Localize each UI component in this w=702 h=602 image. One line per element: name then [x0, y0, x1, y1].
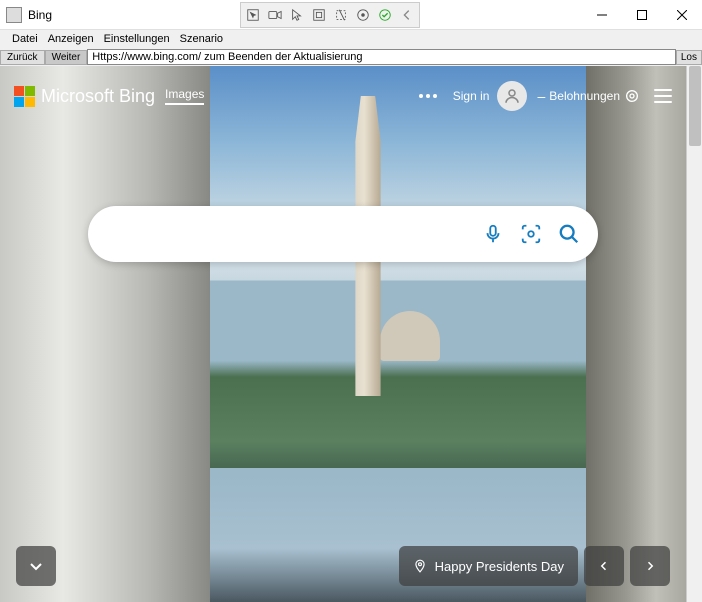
chevron-down-icon: [28, 558, 44, 574]
caption-text: Happy Presidents Day: [435, 559, 564, 574]
minimize-button[interactable]: [582, 0, 622, 30]
next-image-button[interactable]: [630, 546, 670, 586]
scrollbar-thumb[interactable]: [689, 66, 701, 146]
close-button[interactable]: [662, 0, 702, 30]
more-menu-icon[interactable]: [419, 94, 437, 98]
location-icon: [413, 559, 427, 573]
debug-toolbar: [240, 2, 420, 28]
url-input[interactable]: [87, 49, 676, 65]
tool-box-icon[interactable]: [309, 5, 329, 25]
browser-navbar: Zurück Weiter Los: [0, 48, 702, 66]
menu-anzeigen[interactable]: Anzeigen: [44, 32, 98, 46]
maximize-button[interactable]: [622, 0, 662, 30]
hamburger-menu-icon[interactable]: [654, 89, 672, 103]
background-pillar-right: [586, 66, 686, 602]
rewards-icon: [624, 88, 640, 104]
person-icon: [503, 87, 521, 105]
tool-pointer-icon[interactable]: [287, 5, 307, 25]
tool-back-icon[interactable]: [397, 5, 417, 25]
chevron-right-icon: [644, 560, 656, 572]
tool-select-icon[interactable]: [243, 5, 263, 25]
background-pillar-left: [0, 66, 210, 602]
bing-brand-text: Microsoft Bing: [41, 86, 155, 107]
app-icon: [6, 7, 22, 23]
menu-datei[interactable]: Datei: [8, 32, 42, 46]
rewards-link[interactable]: – Belohnungen: [537, 88, 640, 104]
images-tab[interactable]: Images: [165, 87, 204, 105]
tool-check-icon[interactable]: [375, 5, 395, 25]
tool-record-icon[interactable]: [265, 5, 285, 25]
window-titlebar: Bing: [0, 0, 702, 30]
search-icon[interactable]: [558, 223, 580, 245]
search-box: [88, 206, 598, 262]
search-input[interactable]: [106, 225, 482, 243]
image-search-icon[interactable]: [520, 223, 542, 245]
avatar-button[interactable]: [497, 81, 527, 111]
signin-link[interactable]: Sign in: [453, 89, 490, 103]
menubar: Datei Anzeigen Einstellungen Szenario: [0, 30, 702, 48]
page-content: Microsoft Bing Images Sign in – Belohnun…: [0, 66, 686, 602]
microsoft-logo-icon: [14, 86, 35, 107]
forward-button[interactable]: Weiter: [45, 50, 88, 65]
vertical-scrollbar[interactable]: [686, 66, 702, 602]
tool-radio-icon[interactable]: [353, 5, 373, 25]
go-button[interactable]: Los: [676, 50, 702, 65]
menu-szenario[interactable]: Szenario: [176, 32, 227, 46]
image-caption[interactable]: Happy Presidents Day: [399, 546, 578, 586]
window-title: Bing: [28, 8, 52, 22]
image-caption-bar: Happy Presidents Day: [399, 546, 670, 586]
prev-image-button[interactable]: [584, 546, 624, 586]
menu-einstellungen[interactable]: Einstellungen: [100, 32, 174, 46]
tool-target-icon[interactable]: [331, 5, 351, 25]
back-button[interactable]: Zurück: [0, 50, 45, 65]
rewards-label: Belohnungen: [549, 89, 620, 103]
expand-button[interactable]: [16, 546, 56, 586]
chevron-left-icon: [598, 560, 610, 572]
bing-logo[interactable]: Microsoft Bing: [14, 86, 155, 107]
bing-header: Microsoft Bing Images Sign in – Belohnun…: [0, 76, 686, 116]
voice-search-icon[interactable]: [482, 223, 504, 245]
